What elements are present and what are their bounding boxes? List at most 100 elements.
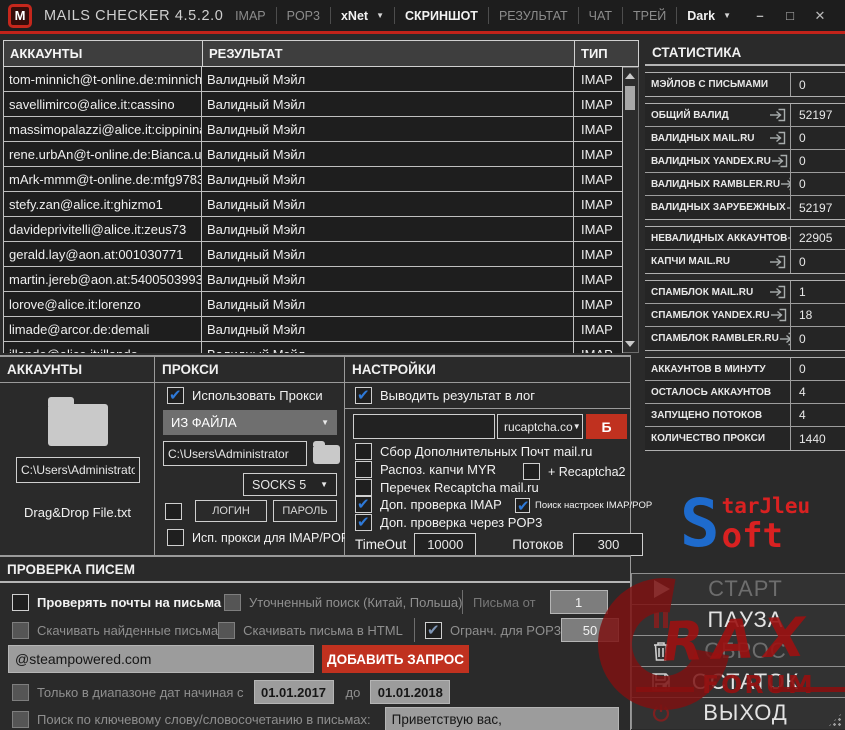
export-icon[interactable]: [779, 332, 791, 346]
recaptcha2-checkbox[interactable]: [523, 463, 540, 480]
table-row[interactable]: illando@alice.it:illandoВалидный МэйлIMA…: [3, 342, 623, 353]
menu-item-5[interactable]: ЧАТ: [589, 9, 612, 23]
export-icon[interactable]: [769, 255, 786, 269]
menu-item-4[interactable]: РЕЗУЛЬТАТ: [499, 9, 568, 23]
refined-search-label: Уточненный поиск (Китай, Польша): [249, 595, 462, 610]
proxy-panel: ПРОКСИ Использовать Прокси ИЗ ФАЙЛА ▼ SO…: [155, 355, 345, 555]
chevron-down-icon: ▼: [376, 11, 384, 20]
scroll-down-icon[interactable]: [623, 337, 637, 351]
proxy-for-imap-checkbox[interactable]: [167, 529, 184, 546]
menu-item-3[interactable]: СКРИНШОТ: [405, 9, 478, 23]
stat-group: АККАУНТОВ В МИНУТУ0ОСТАЛОСЬ АККАУНТОВ4ЗА…: [645, 357, 845, 451]
column-header-result[interactable]: РЕЗУЛЬТАТ: [203, 41, 575, 66]
cell-type: IMAP: [574, 217, 620, 241]
export-icon[interactable]: [780, 177, 791, 191]
stat-row: ВАЛИДНЫХ ЗАРУБЕЖНЫХ52197: [645, 196, 845, 219]
menu-item-0[interactable]: IMAP: [235, 9, 266, 23]
keyword-search-checkbox[interactable]: [12, 711, 29, 728]
table-row[interactable]: rene.urbAn@t-online.de:Bianca.urbaВалидн…: [3, 142, 623, 167]
export-icon[interactable]: [769, 285, 786, 299]
menu-item-1[interactable]: POP3: [287, 9, 320, 23]
table-row[interactable]: martin.jereb@aon.at:5400503993050Валидны…: [3, 267, 623, 292]
export-icon[interactable]: [770, 308, 787, 322]
table-row[interactable]: savellimirco@alice.it:cassinoВалидный Мэ…: [3, 92, 623, 117]
refined-search-checkbox[interactable]: [224, 594, 241, 611]
download-html-checkbox[interactable]: [218, 622, 235, 639]
browse-folder-icon[interactable]: [313, 445, 340, 464]
table-row[interactable]: davideprivitelli@alice.it:zeus73Валидный…: [3, 217, 623, 242]
table-scrollbar[interactable]: [623, 67, 639, 353]
scroll-up-icon[interactable]: [623, 69, 637, 83]
column-header-accounts[interactable]: АККАУНТЫ: [4, 41, 203, 66]
menu-item-2[interactable]: xNet▼: [341, 9, 384, 23]
table-row[interactable]: massimopalazzi@alice.it:cippininaВалидны…: [3, 117, 623, 142]
column-header-type[interactable]: ТИП: [575, 41, 622, 66]
check-mails-checkbox[interactable]: [12, 594, 29, 611]
recheck-recaptcha-checkbox[interactable]: [355, 479, 372, 496]
timeout-input[interactable]: [414, 533, 476, 556]
cell-account: tom-minnich@t-online.de:minnich18: [4, 67, 202, 91]
balance-button[interactable]: Б: [586, 414, 627, 439]
trash-icon: [646, 640, 676, 662]
password-button[interactable]: ПАРОЛЬ: [273, 500, 337, 522]
table-body: tom-minnich@t-online.de:minnich18 Валидны…: [3, 67, 623, 353]
export-icon[interactable]: [769, 131, 786, 145]
proxy-auth-checkbox[interactable]: [165, 503, 182, 520]
folder-icon[interactable]: [48, 404, 108, 446]
captcha-key-input[interactable]: [353, 414, 495, 439]
close-button[interactable]: ✕: [805, 8, 835, 24]
date-from-input[interactable]: [254, 680, 334, 704]
table-row[interactable]: mArk-mmm@t-online.de:mfg9783dcВалидный М…: [3, 167, 623, 192]
export-icon[interactable]: [769, 108, 786, 122]
captcha-recognition-checkbox[interactable]: [355, 461, 372, 478]
date-to-input[interactable]: [370, 680, 450, 704]
proxy-source-select[interactable]: ИЗ ФАЙЛА ▼: [163, 410, 337, 435]
imap-check-checkbox[interactable]: [355, 496, 372, 513]
download-found-checkbox[interactable]: [12, 622, 29, 639]
date-range-checkbox[interactable]: [12, 684, 29, 701]
accounts-path-input[interactable]: [16, 457, 140, 483]
pop3-limit-checkbox[interactable]: [425, 622, 442, 639]
export-icon[interactable]: [771, 154, 788, 168]
pop3-limit-input[interactable]: [561, 618, 619, 642]
letters-from-input[interactable]: [550, 590, 608, 614]
use-proxy-checkbox[interactable]: [167, 387, 184, 404]
captcha-service-select[interactable]: rucaptcha.co ▼: [497, 414, 583, 439]
reset-button[interactable]: СБРОС: [632, 635, 845, 666]
stat-value: 0: [791, 358, 845, 380]
table-row[interactable]: limade@arcor.de:demaliВалидный МэйлIMAP: [3, 317, 623, 342]
keyword-input[interactable]: [385, 707, 619, 730]
query-input[interactable]: [8, 645, 314, 673]
pop3-limit-label: Огранч. для POP3: [450, 623, 561, 638]
collect-extra-mails-checkbox[interactable]: [355, 443, 372, 460]
cell-result: Валидный Мэйл: [202, 342, 574, 353]
pop3-check-checkbox[interactable]: [355, 514, 372, 531]
table-row[interactable]: tom-minnich@t-online.de:minnich18Валидны…: [3, 67, 623, 92]
cell-type: IMAP: [574, 142, 620, 166]
proxy-file-input[interactable]: [163, 441, 307, 466]
menu-item-6[interactable]: ТРЕЙ: [633, 9, 666, 23]
divider: [462, 590, 463, 614]
cell-type: IMAP: [574, 67, 620, 91]
login-button[interactable]: ЛОГИН: [195, 500, 267, 522]
minimize-button[interactable]: –: [745, 8, 775, 23]
exit-button[interactable]: ВЫХОД: [632, 697, 845, 728]
add-query-button[interactable]: ДОБАВИТЬ ЗАПРОС: [322, 645, 469, 673]
stat-label: СПАМБЛОК YANDEX.RU: [651, 310, 770, 321]
scrollbar-thumb[interactable]: [625, 86, 635, 110]
menu-item-7[interactable]: Dark▼: [687, 9, 731, 23]
menu-separator: [622, 7, 623, 24]
start-button[interactable]: СТАРТ: [632, 573, 845, 604]
table-row[interactable]: lorove@alice.it:lorenzoВалидный МэйлIMAP: [3, 292, 623, 317]
proxy-type-select[interactable]: SOCKS 5 ▼: [243, 473, 337, 496]
log-output-checkbox[interactable]: [355, 387, 372, 404]
imap-settings-search-checkbox[interactable]: [515, 498, 530, 513]
threads-input[interactable]: [573, 533, 643, 556]
maximize-button[interactable]: □: [775, 8, 805, 23]
table-row[interactable]: gerald.lay@aon.at:001030771Валидный Мэйл…: [3, 242, 623, 267]
stat-label: ВАЛИДНЫХ MAIL.RU: [651, 133, 755, 144]
pause-button[interactable]: ПАУЗА: [632, 604, 845, 635]
table-row[interactable]: stefy.zan@alice.it:ghizmo1Валидный МэйлI…: [3, 192, 623, 217]
remainder-button[interactable]: ОСТАТОК: [632, 666, 845, 697]
accounts-panel: АККАУНТЫ Drag&Drop File.txt: [0, 355, 155, 555]
